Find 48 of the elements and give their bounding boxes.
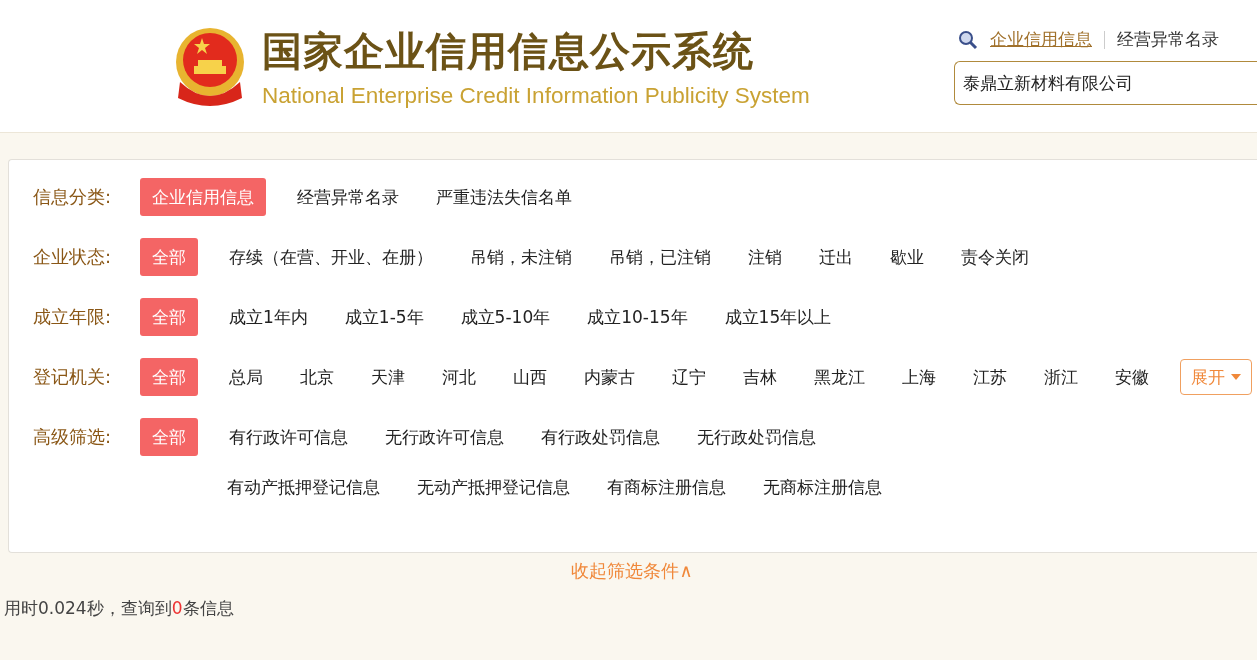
filter-option[interactable]: 成立1年内 xyxy=(229,298,308,336)
filter-option[interactable]: 有动产抵押登记信息 xyxy=(227,468,380,506)
filter-option[interactable]: 责令关闭 xyxy=(961,238,1029,276)
filter-option[interactable]: 北京 xyxy=(300,358,334,396)
filter-option[interactable]: 有行政处罚信息 xyxy=(541,418,660,456)
filter-option[interactable]: 吉林 xyxy=(743,358,777,396)
filter-option[interactable]: 天津 xyxy=(371,358,405,396)
filter-option[interactable]: 成立1-5年 xyxy=(344,298,424,336)
filter-option[interactable]: 上海 xyxy=(902,358,936,396)
filter-label: 信息分类: xyxy=(33,185,113,209)
filter-option[interactable]: 无动产抵押登记信息 xyxy=(417,468,570,506)
site-title: 国家企业信用信息公示系统 xyxy=(262,26,755,76)
site-subtitle: National Enterprise Credit Information Publicity System xyxy=(262,82,810,109)
filter-option[interactable]: 浙江 xyxy=(1044,358,1078,396)
filter-option[interactable]: 严重违法失信名单 xyxy=(436,178,572,216)
filter-option[interactable]: 吊销，已注销 xyxy=(609,238,711,276)
filter-option[interactable]: 成立5-10年 xyxy=(460,298,551,336)
filter-option[interactable]: 江苏 xyxy=(973,358,1007,396)
filter-option[interactable]: 歇业 xyxy=(890,238,924,276)
filter-option[interactable]: 无行政处罚信息 xyxy=(697,418,816,456)
filter-option[interactable]: 迁出 xyxy=(819,238,853,276)
filter-option[interactable]: 有行政许可信息 xyxy=(229,418,348,456)
filter-option[interactable]: 总局 xyxy=(229,358,263,396)
filter-option[interactable]: 有商标注册信息 xyxy=(607,468,726,506)
caret-icon xyxy=(1231,374,1241,380)
filter-option[interactable]: 注销 xyxy=(748,238,782,276)
filter-option[interactable]: 山西 xyxy=(513,358,547,396)
filter-label: 成立年限: xyxy=(33,305,113,329)
filter-option[interactable]: 吊销，未注销 xyxy=(470,238,572,276)
filter-option[interactable]: 无行政许可信息 xyxy=(385,418,504,456)
filter-option[interactable]: 成立15年以上 xyxy=(724,298,832,336)
filter-label: 登记机关: xyxy=(33,365,113,389)
filter-option[interactable]: 内蒙古 xyxy=(584,358,635,396)
result-summary: 用时0.024秒，查询到0条信息 xyxy=(4,597,235,620)
search-icon xyxy=(958,29,978,50)
nav-link[interactable]: 企业信用信息 xyxy=(990,28,1092,51)
filter-option[interactable]: 成立10-15年 xyxy=(587,298,688,336)
filter-option[interactable]: 安徽 xyxy=(1115,358,1149,396)
filter-option[interactable]: 存续（在营、开业、在册） xyxy=(229,238,433,276)
filter-option[interactable]: 无商标注册信息 xyxy=(763,468,882,506)
search-field[interactable]: 泰鼎立新材料有限公司 xyxy=(954,61,1257,105)
filter-label: 企业状态: xyxy=(33,245,113,269)
nav-link[interactable]: 经营异常名录 xyxy=(1117,28,1219,51)
filter-option[interactable]: 黑龙江 xyxy=(814,358,865,396)
filter-label: 高级筛选: xyxy=(33,425,113,449)
filter-option[interactable]: 辽宁 xyxy=(672,358,706,396)
filter-option[interactable]: 经营异常名录 xyxy=(297,178,399,216)
filter-option[interactable]: 河北 xyxy=(442,358,476,396)
